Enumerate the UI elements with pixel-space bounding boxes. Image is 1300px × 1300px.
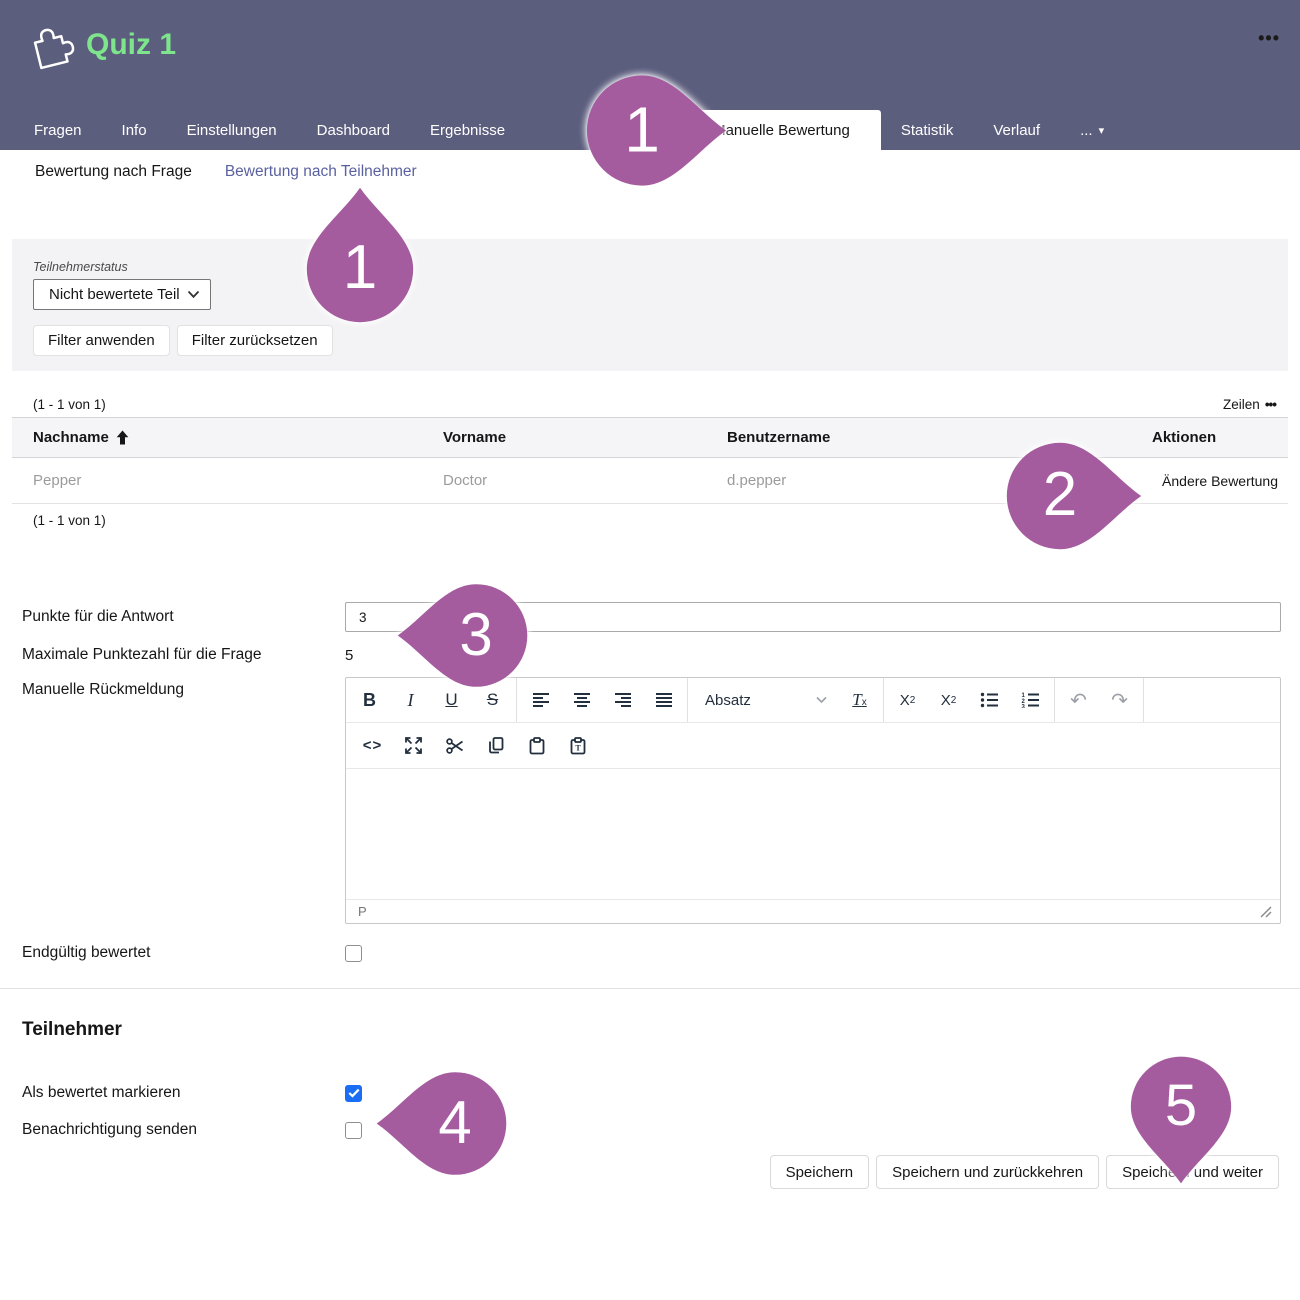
editor-content-area[interactable] <box>346 769 1280 899</box>
tab-ergebnisse[interactable]: Ergebnisse <box>410 110 525 150</box>
table-header-row: Nachname Vorname Benutzername Aktionen <box>12 417 1288 458</box>
svg-text:T: T <box>575 743 581 752</box>
cell-benutzername: d.pepper <box>727 472 1152 489</box>
bullet-list-icon[interactable] <box>969 678 1010 722</box>
paragraph-format-select[interactable]: Absatz <box>691 678 839 722</box>
clear-formatting-icon[interactable]: Tx <box>839 678 880 722</box>
mark-graded-label: Als bewertet markieren <box>22 1084 345 1102</box>
caret-down-icon: ▾ <box>1099 124 1105 137</box>
filter-reset-button[interactable]: Filter zurücksetzen <box>177 325 333 356</box>
notify-label: Benachrichtigung senden <box>22 1121 345 1139</box>
page: Quiz 1 ••• Fragen Info Einstellungen Das… <box>0 0 1300 1300</box>
tab-info[interactable]: Info <box>102 110 167 150</box>
points-label: Punkte für die Antwort <box>22 608 345 626</box>
page-title: Quiz 1 <box>86 28 176 62</box>
subtabs: Bewertung nach Frage Bewertung nach Teil… <box>0 150 1300 181</box>
source-code-icon[interactable]: <> <box>352 723 393 768</box>
filter-status-label: Teilnehmerstatus <box>33 260 1288 274</box>
cut-icon[interactable] <box>434 723 475 768</box>
column-nachname[interactable]: Nachname <box>33 429 443 446</box>
editor-toolbar-row-2: <> T <box>346 723 1280 769</box>
element-path: P <box>358 904 367 919</box>
align-left-icon[interactable] <box>520 678 561 722</box>
subscript-icon[interactable]: X2 <box>887 678 928 722</box>
tab-fragen[interactable]: Fragen <box>14 110 102 150</box>
grading-form: Punkte für die Antwort Maximale Punkteza… <box>0 602 1300 962</box>
editor-status-bar: P <box>346 899 1280 923</box>
save-and-return-button[interactable]: Speichern und zurückkehren <box>876 1155 1099 1189</box>
chevron-down-icon <box>816 696 827 704</box>
notify-checkbox[interactable] <box>345 1122 362 1139</box>
cell-nachname: Pepper <box>33 472 443 489</box>
pagination-top: (1 - 1 von 1) <box>33 397 106 412</box>
select-value: Nicht bewertete Teil <box>49 286 180 303</box>
tab-einstellungen[interactable]: Einstellungen <box>167 110 297 150</box>
tab-verlauf[interactable]: Verlauf <box>973 110 1060 150</box>
subtab-bewertung-nach-frage[interactable]: Bewertung nach Frage <box>35 163 192 181</box>
rich-text-editor: B I U S <box>345 677 1281 924</box>
save-button[interactable]: Speichern <box>770 1155 870 1189</box>
mark-graded-checkbox[interactable] <box>345 1085 362 1102</box>
chevron-down-icon <box>187 290 200 299</box>
max-points-label: Maximale Punktezahl für die Frage <box>22 646 345 664</box>
points-input[interactable] <box>345 602 1281 632</box>
resize-handle-icon[interactable] <box>1260 906 1272 918</box>
final-grade-label: Endgültig bewertet <box>22 944 345 962</box>
filter-panel: Teilnehmerstatus Nicht bewertete Teil Fi… <box>12 239 1288 371</box>
pagination-bottom: (1 - 1 von 1) <box>33 513 1300 528</box>
column-benutzername[interactable]: Benutzername <box>727 429 1152 446</box>
bold-icon[interactable]: B <box>349 678 390 722</box>
underline-icon[interactable]: U <box>431 678 472 722</box>
manual-feedback-label: Manuelle Rückmeldung <box>22 677 345 924</box>
align-right-icon[interactable] <box>602 678 643 722</box>
max-points-value: 5 <box>345 647 353 664</box>
tab-dashboard[interactable]: Dashboard <box>297 110 410 150</box>
tab-overflow[interactable]: ... ▾ <box>1060 110 1124 150</box>
cell-vorname: Doctor <box>443 472 727 489</box>
header: Quiz 1 ••• <box>0 0 1300 110</box>
header-overflow-icon[interactable]: ••• <box>1258 28 1280 49</box>
filter-apply-button[interactable]: Filter anwenden <box>33 325 170 356</box>
sort-ascending-icon <box>116 430 129 445</box>
section-divider <box>0 988 1300 989</box>
main-tabbar: Fragen Info Einstellungen Dashboard Erge… <box>0 110 1300 150</box>
check-icon <box>348 1088 360 1098</box>
puzzle-piece-icon <box>24 18 76 77</box>
rows-menu[interactable]: Zeilen ••• <box>1223 397 1276 412</box>
table-row: Pepper Doctor d.pepper Ändere Bewertung <box>12 458 1288 504</box>
participants-table: Nachname Vorname Benutzername Aktionen P… <box>12 417 1288 504</box>
column-aktionen: Aktionen <box>1152 429 1278 446</box>
copy-icon[interactable] <box>475 723 516 768</box>
column-vorname[interactable]: Vorname <box>443 429 727 446</box>
superscript-icon[interactable]: X2 <box>928 678 969 722</box>
save-and-next-button[interactable]: Speichern und weiter <box>1106 1155 1279 1189</box>
svg-text:3: 3 <box>1022 705 1026 709</box>
numbered-list-icon[interactable]: 123 <box>1010 678 1051 722</box>
paste-as-text-icon[interactable]: T <box>557 723 598 768</box>
participant-heading: Teilnehmer <box>22 1019 1300 1041</box>
strikethrough-icon[interactable]: S <box>472 678 513 722</box>
align-center-icon[interactable] <box>561 678 602 722</box>
subtab-bewertung-nach-teilnehmer[interactable]: Bewertung nach Teilnehmer <box>225 163 417 181</box>
save-actions: Speichern Speichern und zurückkehren Spe… <box>0 1155 1279 1189</box>
rows-overflow-icon: ••• <box>1265 397 1276 412</box>
change-grading-action[interactable]: Ändere Bewertung <box>1152 473 1278 489</box>
undo-icon[interactable]: ↶ <box>1058 678 1099 722</box>
participant-status-select[interactable]: Nicht bewertete Teil <box>33 279 211 310</box>
tab-statistik[interactable]: Statistik <box>881 110 974 150</box>
italic-icon[interactable]: I <box>390 678 431 722</box>
editor-toolbar-row-1: B I U S <box>346 678 1280 723</box>
final-grade-checkbox[interactable] <box>345 945 362 962</box>
fullscreen-icon[interactable] <box>393 723 434 768</box>
redo-icon[interactable]: ↷ <box>1099 678 1140 722</box>
paste-icon[interactable] <box>516 723 557 768</box>
tab-manuelle-bewertung[interactable]: Manuelle Bewertung <box>682 110 881 150</box>
align-justify-icon[interactable] <box>643 678 684 722</box>
